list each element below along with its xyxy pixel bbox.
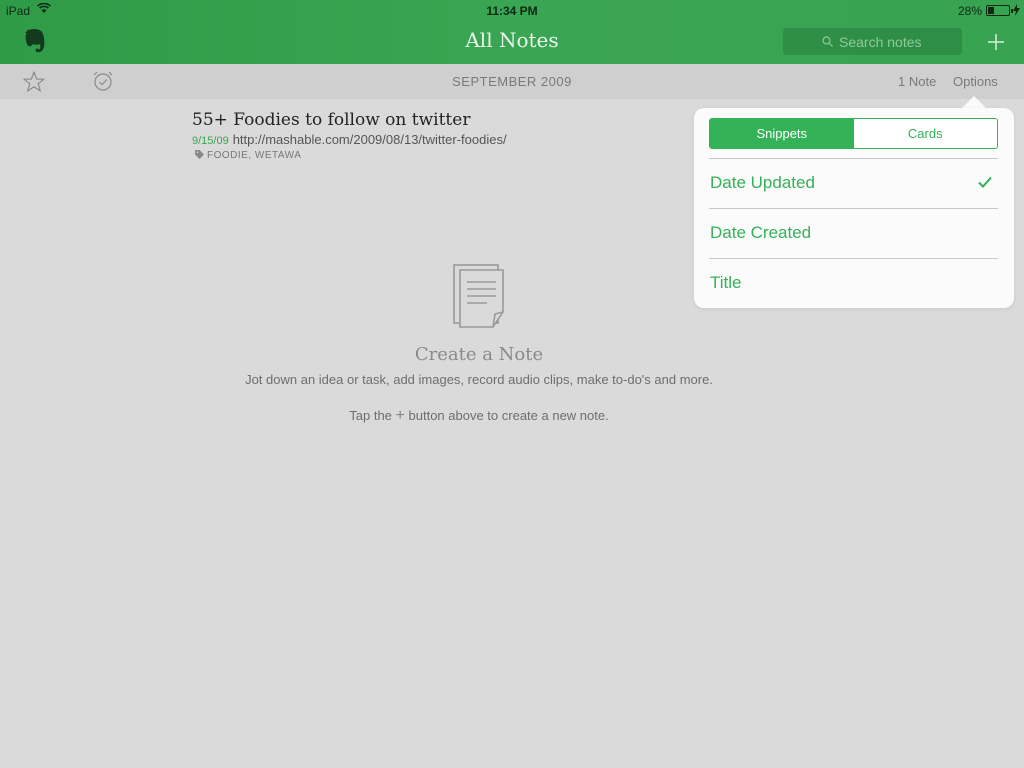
sort-option-title[interactable]: Title <box>709 258 998 308</box>
list-item[interactable]: 55+ Foodies to follow on twitter 9/15/09… <box>192 110 752 166</box>
month-header: SEPTEMBER 2009 <box>452 74 572 89</box>
sort-option-label: Title <box>710 273 742 292</box>
sort-option-label: Date Created <box>710 223 812 242</box>
sort-option-date-updated[interactable]: Date Updated <box>709 158 998 208</box>
charging-bolt-icon <box>1013 4 1020 16</box>
options-button[interactable]: Options <box>953 74 998 89</box>
tag-icon <box>195 150 204 159</box>
empty-state-tip: Tap the + button above to create a new n… <box>0 407 958 425</box>
note-document-icon <box>453 264 504 328</box>
note-tags: FOODIE, WETAWA <box>195 150 301 161</box>
checkmark-icon <box>978 176 992 188</box>
note-title: 55+ Foodies to follow on twitter <box>192 110 471 130</box>
battery-icon <box>986 5 1013 16</box>
view-mode-cards[interactable]: Cards <box>853 119 997 148</box>
clock: 11:34 PM <box>486 4 538 18</box>
view-mode-snippets[interactable]: Snippets <box>710 119 854 148</box>
notes-toolbar: SEPTEMBER 2009 1 Note Options <box>0 64 1024 99</box>
search-icon <box>822 36 833 47</box>
note-meta: 9/15/09 http://mashable.com/2009/08/13/tw… <box>192 132 507 147</box>
empty-state-description: Jot down an idea or task, add images, re… <box>245 372 713 387</box>
empty-tip-before: Tap the <box>349 408 392 423</box>
sort-option-label: Date Updated <box>710 173 815 192</box>
new-note-button[interactable] <box>984 30 1008 54</box>
status-bar: iPad 11:34 PM 28% <box>0 0 1024 20</box>
top-bar: iPad 11:34 PM 28% All Notes <box>0 0 1024 64</box>
note-tags-text: FOODIE, WETAWA <box>207 150 302 161</box>
battery-percent: 28% <box>957 4 982 18</box>
note-date: 9/15/09 <box>192 135 229 147</box>
battery-fill <box>988 7 994 14</box>
options-popover: Snippets Cards Date Updated Date Created… <box>694 108 1014 308</box>
note-snippet: http://mashable.com/2009/08/13/twitter-f… <box>232 132 507 147</box>
note-count: 1 Note <box>898 74 937 89</box>
empty-tip-after: button above to create a new note. <box>408 408 609 423</box>
view-mode-control: Snippets Cards <box>709 118 998 149</box>
search-input[interactable] <box>783 28 962 55</box>
sort-option-date-created[interactable]: Date Created <box>709 208 998 258</box>
empty-state-title: Create a Note <box>414 344 544 365</box>
sort-options-list: Date Updated Date Created Title <box>709 158 998 308</box>
plus-icon: + <box>395 407 405 424</box>
